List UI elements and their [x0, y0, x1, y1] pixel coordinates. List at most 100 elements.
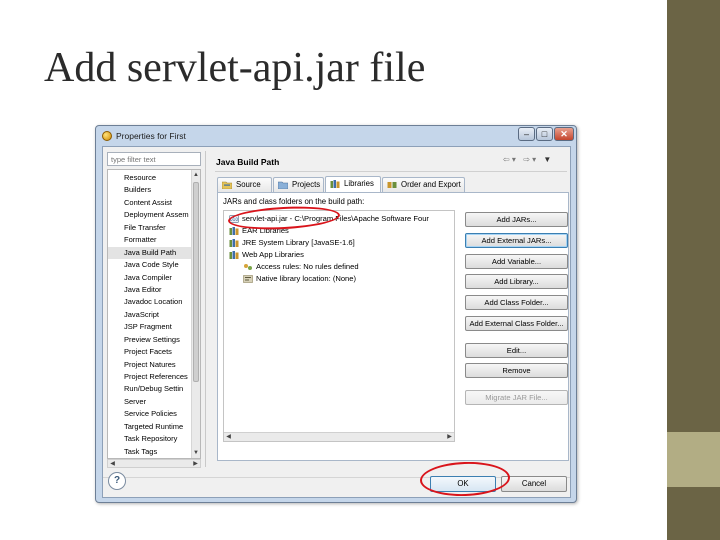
sidebar-item-task-repository[interactable]: Task Repository — [108, 433, 192, 445]
scroll-up-icon[interactable]: ▲ — [192, 170, 200, 180]
minimize-button[interactable]: – — [518, 127, 535, 141]
footer-separator — [103, 477, 570, 478]
ok-button[interactable]: OK — [430, 476, 496, 492]
sidebar-item-java-build-path[interactable]: Java Build Path — [108, 246, 192, 260]
window-title: Properties for First — [116, 131, 186, 141]
sidebar-item-java-compiler[interactable]: Java Compiler — [108, 272, 192, 284]
sidebar-item-run-debug-settin[interactable]: Run/Debug Settin — [108, 383, 192, 395]
slide-accent-block — [667, 432, 720, 487]
sidebar-item-file-transfer[interactable]: File Transfer — [108, 222, 192, 234]
scroll-left-icon[interactable]: ◀ — [108, 460, 117, 468]
sidebar-item-preview-settings[interactable]: Preview Settings — [108, 334, 192, 346]
tree-item-label: servlet-api.jar - C:\Program Files\Apach… — [242, 214, 429, 223]
help-icon[interactable]: ? — [108, 472, 126, 490]
access-rules-icon — [244, 264, 252, 270]
svg-text:010: 010 — [230, 217, 238, 222]
scroll-left-icon[interactable]: ◀ — [224, 433, 233, 441]
tree-item-label: Web App Libraries — [242, 250, 304, 259]
view-menu-icon[interactable]: ▼ — [543, 155, 551, 164]
tree-horizontal-scrollbar[interactable]: ◀ ▶ — [224, 432, 454, 441]
back-arrow-icon[interactable]: ⇦ ▾ — [503, 155, 516, 164]
tab-projects-label: Projects — [292, 180, 321, 189]
tab-order-and-export[interactable]: Order and Export — [382, 177, 465, 192]
tab-libraries[interactable]: Libraries — [325, 176, 381, 192]
jars-label: JARs and class folders on the build path… — [223, 197, 365, 206]
sidebar-item-targeted-runtime[interactable]: Targeted Runtime — [108, 421, 192, 433]
sidebar-item-formatter[interactable]: Formatter — [108, 234, 192, 246]
sidebar-item-javadoc-location[interactable]: Javadoc Location — [108, 296, 192, 308]
sidebar-item-project-natures[interactable]: Project Natures — [108, 359, 192, 371]
build-path-tree: 010 servlet-api.jar - C:\Program Files\A… — [223, 210, 455, 442]
edit-button[interactable]: Edit... — [465, 343, 568, 358]
tab-libraries-label: Libraries — [344, 179, 374, 188]
tab-source-label: Source — [236, 180, 261, 189]
page-title: Java Build Path — [216, 157, 280, 167]
maximize-button[interactable]: □ — [536, 127, 553, 141]
slide-title: Add servlet-api.jar file — [44, 45, 426, 91]
sidebar-item-project-facets[interactable]: Project Facets — [108, 346, 192, 358]
filter-input[interactable] — [107, 152, 201, 166]
scroll-down-icon[interactable]: ▼ — [192, 448, 200, 458]
tree-item-access-rules[interactable]: Access rules: No rules defined — [243, 261, 454, 273]
add-external-class-folder-button[interactable]: Add External Class Folder... — [465, 316, 568, 331]
tab-projects[interactable]: Projects — [273, 177, 324, 192]
scroll-right-icon[interactable]: ▶ — [191, 460, 200, 468]
dialog-client: ResourceBuildersContent AssistDeployment… — [102, 146, 571, 498]
sidebar-item-project-references[interactable]: Project References — [108, 371, 192, 383]
forward-arrow-icon[interactable]: ⇨ ▾ — [523, 155, 536, 164]
sidebar-item-deployment-assem[interactable]: Deployment Assem — [108, 209, 192, 221]
cancel-button[interactable]: Cancel — [501, 476, 567, 492]
tree-item-web-app-libraries[interactable]: Web App Libraries — [229, 249, 454, 261]
tree-item-ear-libraries[interactable]: EAR Libraries — [229, 225, 454, 237]
window-titlebar[interactable]: Properties for First – □ ✕ — [96, 126, 576, 146]
left-horizontal-scrollbar[interactable]: ◀ ▶ — [107, 459, 201, 468]
libraries-icon — [330, 180, 340, 188]
native-library-icon — [243, 275, 253, 283]
sidebar-item-server[interactable]: Server — [108, 396, 192, 408]
sidebar-item-jsp-fragment[interactable]: JSP Fragment — [108, 321, 192, 333]
property-page-items: Resource Builders Content Assist Deployment… — [108, 172, 192, 458]
tree-item-label: JRE System Library [JavaSE-1.6] — [242, 238, 355, 247]
left-vertical-scrollbar[interactable]: ▲ ▼ — [191, 170, 200, 458]
property-page-list: Resource Builders Content Assist Deployment… — [107, 169, 201, 459]
tab-source[interactable]: Source — [217, 177, 272, 192]
eclipse-icon — [102, 131, 112, 141]
add-external-jars-button[interactable]: Add External JARs... — [465, 233, 568, 248]
add-library-button[interactable]: Add Library... — [465, 274, 568, 289]
source-folder-icon — [222, 181, 232, 189]
remove-button[interactable]: Remove — [465, 363, 568, 378]
library-icon — [229, 227, 239, 235]
library-icon — [229, 251, 239, 259]
close-button[interactable]: ✕ — [554, 127, 574, 141]
sidebar-item-task-tags[interactable]: Task Tags — [108, 446, 192, 458]
tab-order-label: Order and Export — [401, 180, 461, 189]
sidebar-item-builders[interactable]: Builders — [108, 184, 192, 196]
pane-splitter[interactable] — [205, 151, 207, 467]
page-navigation: ⇦ ▾ ⇨ ▾ ▼ — [503, 155, 567, 165]
tree-item-label: Native library location: (None) — [256, 274, 357, 283]
tree-item-jre-system-library[interactable]: JRE System Library [JavaSE-1.6] — [229, 237, 454, 249]
sidebar-item-javascript[interactable]: JavaScript — [108, 309, 192, 321]
order-export-icon — [387, 182, 397, 188]
add-variable-button[interactable]: Add Variable... — [465, 254, 568, 269]
tree-item-label: Access rules: No rules defined — [256, 262, 359, 271]
libraries-panel: JARs and class folders on the build path… — [217, 192, 569, 461]
migrate-jar-file-button[interactable]: Migrate JAR File... — [465, 390, 568, 405]
sidebar-item-java-code-style[interactable]: Java Code Style — [108, 259, 192, 271]
tree-item-label: EAR Libraries — [242, 226, 289, 235]
scroll-right-icon[interactable]: ▶ — [445, 433, 454, 441]
projects-icon — [278, 181, 288, 189]
sidebar-item-content-assist[interactable]: Content Assist — [108, 197, 192, 209]
add-class-folder-button[interactable]: Add Class Folder... — [465, 295, 568, 310]
sidebar-item-resource[interactable]: Resource — [108, 172, 192, 184]
add-jars-button[interactable]: Add JARs... — [465, 212, 568, 227]
scroll-thumb[interactable] — [193, 182, 199, 382]
sidebar-item-service-policies[interactable]: Service Policies — [108, 408, 192, 420]
properties-window: Properties for First – □ ✕ ResourceBuild… — [95, 125, 577, 503]
sidebar-item-java-editor[interactable]: Java Editor — [108, 284, 192, 296]
library-icon — [229, 239, 239, 247]
tree-item-native-library-location[interactable]: Native library location: (None) — [243, 273, 454, 285]
jar-icon: 010 — [229, 215, 239, 223]
title-separator — [215, 171, 567, 172]
tree-item-servlet-api[interactable]: 010 servlet-api.jar - C:\Program Files\A… — [229, 213, 454, 225]
